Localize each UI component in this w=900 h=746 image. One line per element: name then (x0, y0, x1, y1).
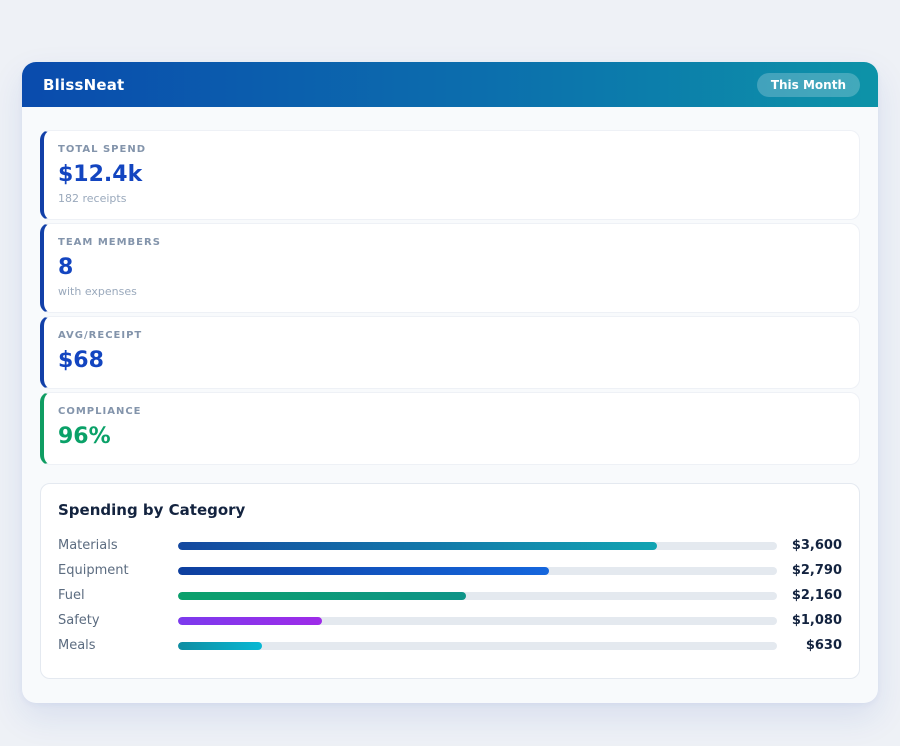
bar-track (178, 616, 777, 625)
category-row-meals: Meals $630 (58, 633, 842, 658)
stat-value: $68 (58, 348, 104, 373)
stat-value: 8 (58, 255, 74, 280)
category-label: Fuel (58, 588, 85, 603)
category-value: $1,080 (791, 613, 842, 628)
bar-fill-safety (178, 616, 322, 625)
category-label: Materials (58, 538, 118, 553)
spending-by-category-card: Spending by Category Materials $3,600 Eq… (40, 483, 860, 679)
stats-list: TOTAL SPEND $12.4k 182 receipts TEAM MEM… (40, 130, 860, 465)
category-label: Meals (58, 638, 96, 653)
category-label: Equipment (58, 563, 129, 578)
category-row-safety: Safety $1,080 (58, 608, 842, 633)
bar-fill-equipment (178, 566, 550, 575)
bar-track (178, 641, 777, 650)
bar-track (178, 591, 777, 600)
category-value: $2,790 (791, 563, 842, 578)
app-title: BlissNeat (43, 75, 125, 94)
category-label: Safety (58, 613, 100, 628)
expense-dashboard-card: BlissNeat This Month TOTAL SPEND $12.4k … (22, 62, 878, 703)
bar-track (178, 541, 777, 550)
category-value: $2,160 (791, 588, 842, 603)
category-row-materials: Materials $3,600 (58, 533, 842, 558)
bar-fill-materials (178, 541, 658, 550)
bar-fill-meals (178, 641, 262, 650)
category-value: $630 (805, 638, 842, 653)
bar-fill-fuel (178, 591, 466, 600)
stat-label: TEAM MEMBERS (58, 237, 161, 248)
stat-value: 96% (58, 424, 111, 449)
stat-subtext: 182 receipts (58, 192, 127, 205)
stat-value: $12.4k (58, 162, 143, 187)
app-header: BlissNeat This Month (22, 62, 878, 107)
page-background: BlissNeat This Month TOTAL SPEND $12.4k … (0, 0, 900, 746)
stat-label: COMPLIANCE (58, 406, 142, 417)
stat-subtext: with expenses (58, 285, 137, 298)
stat-card-total-spend: TOTAL SPEND $12.4k 182 receipts (40, 130, 860, 220)
bar-track (178, 566, 777, 575)
category-row-equipment: Equipment $2,790 (58, 558, 842, 583)
category-value: $3,600 (791, 538, 842, 553)
stat-card-avg-receipt: AVG/RECEIPT $68 (40, 316, 860, 389)
category-row-fuel: Fuel $2,160 (58, 583, 842, 608)
section-title: Spending by Category (58, 501, 246, 519)
stat-label: TOTAL SPEND (58, 144, 146, 155)
stat-label: AVG/RECEIPT (58, 330, 143, 341)
period-badge[interactable]: This Month (756, 72, 860, 97)
stat-card-team-members: TEAM MEMBERS 8 with expenses (40, 223, 860, 313)
stat-card-compliance: COMPLIANCE 96% (40, 392, 860, 465)
dashboard-content: TOTAL SPEND $12.4k 182 receipts TEAM MEM… (22, 107, 878, 703)
